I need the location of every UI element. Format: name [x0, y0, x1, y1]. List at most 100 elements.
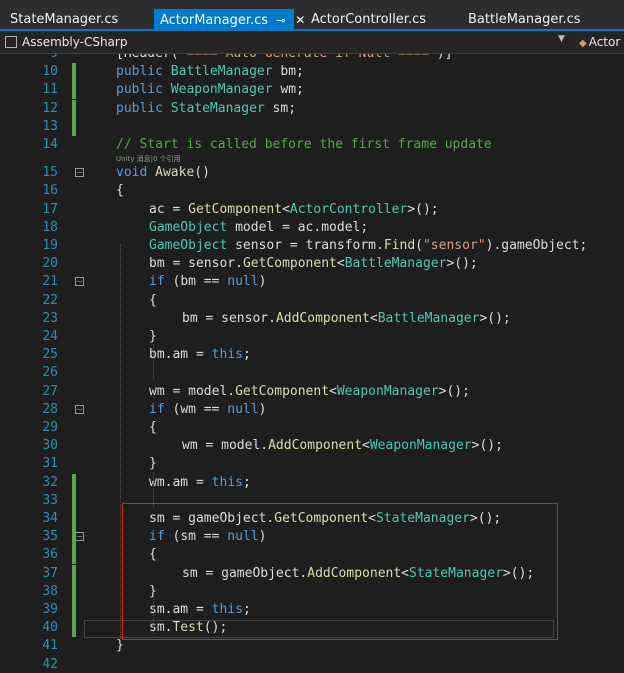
- tab-label: ActorManager.cs: [160, 13, 269, 28]
- pin-icon[interactable]: ⊸: [276, 14, 285, 27]
- tab-statemanager[interactable]: StateManager.cs: [10, 9, 118, 31]
- line-number: 38: [42, 583, 58, 599]
- line-number: 28: [42, 401, 58, 417]
- code-line[interactable]: 20 bm = sensor.GetComponent<BattleManager…: [0, 255, 624, 273]
- code-line[interactable]: 26: [0, 364, 624, 382]
- code-line[interactable]: 13: [0, 117, 624, 136]
- line-number: 11: [42, 82, 58, 98]
- line-number: 12: [42, 100, 58, 116]
- tab-label: StateManager.cs: [10, 12, 119, 27]
- code-line[interactable]: 10 public BattleManager bm;: [0, 63, 624, 82]
- code-line[interactable]: 17 ac = GetComponent<ActorController>();: [0, 201, 624, 219]
- line-number: 36: [42, 547, 58, 563]
- code-text: GameObject sensor = transform.Find("sens…: [149, 238, 588, 253]
- close-icon[interactable]: ✕: [295, 13, 305, 27]
- line-number: 37: [42, 565, 58, 581]
- tab-battlemanager[interactable]: BattleManager.cs: [468, 9, 581, 31]
- tab-label: BattleManager.cs: [468, 12, 581, 27]
- line-number: 16: [42, 183, 58, 199]
- change-marker: [72, 81, 76, 100]
- code-text: }: [116, 638, 124, 654]
- line-number: 24: [42, 329, 58, 344]
- class-dropdown[interactable]: ◆ Actor: [579, 33, 620, 53]
- line-number: 19: [42, 238, 58, 253]
- code-line[interactable]: 23 bm = sensor.AddComponent<BattleManager…: [0, 310, 624, 328]
- code-line[interactable]: 21 − if (bm == null): [0, 273, 624, 291]
- line-number: 39: [42, 602, 58, 617]
- indent-guide: [153, 472, 154, 507]
- line-number: 17: [42, 201, 58, 217]
- line-number: 26: [42, 365, 58, 381]
- code-line[interactable]: 18 GameObject model = ac.model;: [0, 219, 624, 237]
- line-number: 21: [42, 274, 58, 290]
- code-line[interactable]: 41}: [0, 637, 624, 655]
- fold-toggle-icon[interactable]: −: [75, 277, 84, 287]
- chevron-down-icon[interactable]: ▼: [558, 34, 565, 44]
- change-marker: [72, 582, 76, 601]
- line-number: 25: [42, 347, 58, 363]
- code-text: GameObject model = ac.model;: [149, 219, 369, 235]
- code-line[interactable]: 9 [Header("==== Auto Generate if Null ===…: [0, 54, 624, 63]
- line-number: 32: [42, 474, 58, 490]
- line-number: 27: [42, 383, 58, 399]
- code-text: {: [149, 292, 157, 308]
- tab-label: ActorController.cs: [311, 12, 427, 27]
- code-text: bm = sensor.GetComponent<BattleManager>(…: [149, 256, 478, 272]
- tab-bar: StateManager.cs ActorManager.cs ⊸ ✕ ActorC…: [0, 0, 624, 31]
- code-line[interactable]: 14 // Start is called before the first fr…: [0, 136, 624, 154]
- tab-actorcontroller[interactable]: ActorController.cs: [311, 9, 426, 31]
- line-number: 40: [42, 620, 58, 636]
- code-line[interactable]: 19 GameObject sensor = transform.Find("se…: [0, 237, 624, 255]
- line-number: 13: [42, 118, 58, 134]
- fold-toggle-icon[interactable]: −: [75, 168, 84, 178]
- change-marker: [72, 564, 76, 583]
- code-line[interactable]: 22 {: [0, 292, 624, 310]
- line-number: 34: [42, 511, 58, 526]
- change-marker: [72, 601, 76, 619]
- change-marker: [72, 510, 76, 528]
- class-label: Actor: [588, 35, 621, 49]
- code-line[interactable]: 32 wm.am = this;: [0, 473, 624, 492]
- code-line[interactable]: 15 − void Awake(): [0, 164, 624, 182]
- line-number: 30: [42, 438, 58, 454]
- line-number: 15: [42, 165, 58, 181]
- line-number: 41: [42, 638, 58, 654]
- change-marker: [72, 63, 76, 82]
- class-icon: ◆: [579, 38, 587, 49]
- tab-actormanager[interactable]: ActorManager.cs ⊸ ✕: [154, 9, 305, 31]
- code-line[interactable]: 25 bm.am = this;: [0, 346, 624, 364]
- code-line[interactable]: 12 public StateManager sm;: [0, 99, 624, 118]
- code-line[interactable]: 31}: [0, 455, 624, 473]
- fold-toggle-icon[interactable]: −: [75, 404, 84, 414]
- code-line[interactable]: 28 − if (wm == null): [0, 401, 624, 419]
- codelens-hint[interactable]: Unity 消息|0 个引用: [116, 154, 181, 164]
- code-text: [Header("==== Auto Generate if Null ====…: [116, 54, 453, 63]
- line-number: 23: [42, 310, 58, 326]
- change-marker: [72, 619, 76, 638]
- code-line[interactable]: 16 {: [0, 182, 624, 200]
- code-text: bm.am = this;: [149, 347, 251, 363]
- code-line[interactable]: 11 public WeaponManager wm;: [0, 81, 624, 100]
- change-marker: [72, 117, 76, 136]
- indent-guide: [153, 344, 154, 379]
- code-text: public StateManager sm;: [116, 100, 297, 116]
- code-line[interactable]: 42: [0, 656, 624, 673]
- fold-toggle-icon[interactable]: −: [75, 532, 84, 542]
- code-text: }: [149, 456, 157, 472]
- code-line[interactable]: 29 {: [0, 419, 624, 437]
- navigation-bar: Assembly-CSharp ▼ ◆ Actor: [0, 31, 624, 54]
- code-text: // Start is called before the first fram…: [116, 137, 492, 152]
- code-line[interactable]: 24}: [0, 328, 624, 346]
- code-text: wm = model.GetComponent<WeaponManager>()…: [149, 383, 470, 399]
- indent-guide: [120, 244, 121, 639]
- code-text: ac = GetComponent<ActorController>();: [149, 201, 439, 217]
- code-text: bm = sensor.AddComponent<BattleManager>(…: [182, 310, 511, 326]
- project-dropdown[interactable]: Assembly-CSharp: [5, 33, 585, 51]
- code-line[interactable]: 30 wm = model.AddComponent<WeaponManager>…: [0, 437, 624, 455]
- line-number: 9: [0, 54, 58, 63]
- code-line[interactable]: 27 wm = model.GetComponent<WeaponManager>…: [0, 383, 624, 401]
- highlight-box: [122, 503, 558, 640]
- code-editor[interactable]: 9 [Header("==== Auto Generate if Null ===…: [0, 54, 624, 673]
- line-number: 31: [42, 456, 58, 472]
- line-number: 20: [42, 256, 58, 272]
